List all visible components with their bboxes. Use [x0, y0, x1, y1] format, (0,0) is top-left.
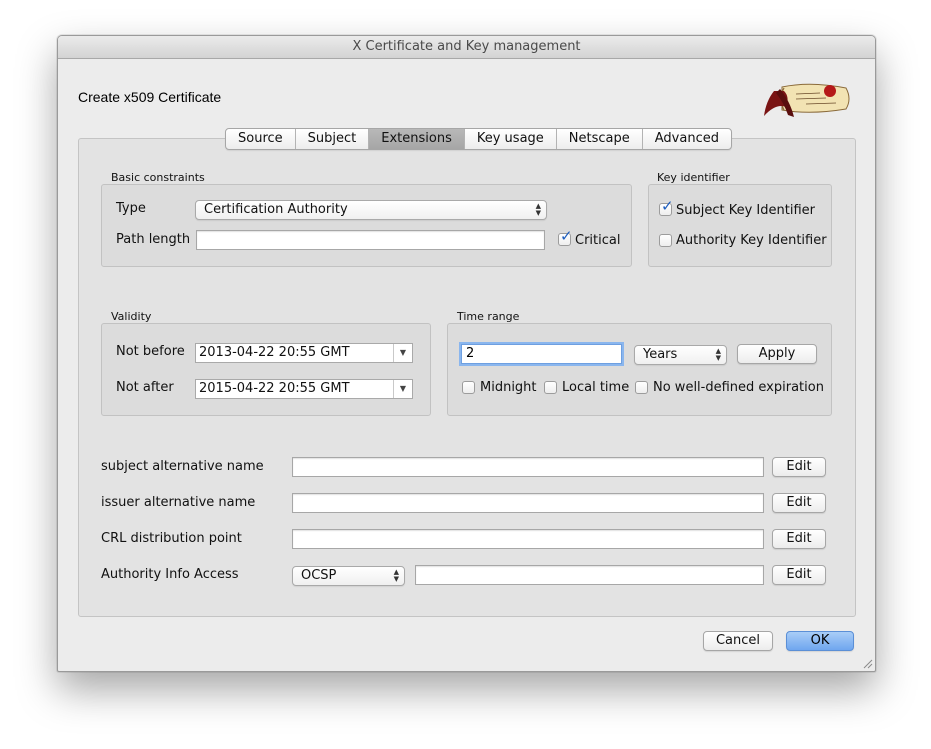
subject-key-identifier-label: Subject Key Identifier [676, 203, 815, 218]
dialog-window: X Certificate and Key management Create … [57, 35, 876, 672]
ok-button[interactable]: OK [786, 631, 854, 651]
authority-info-access-method-select[interactable]: OCSP ▲ ▼ [292, 566, 405, 586]
critical-label: Critical [575, 233, 621, 248]
subject-alt-name-edit-button[interactable]: Edit [772, 457, 826, 477]
time-range-unit-select[interactable]: Years ▲ ▼ [634, 345, 727, 365]
checkmark-icon: ✓ [661, 197, 674, 215]
subject-alt-name-label: subject alternative name [101, 459, 264, 474]
dropdown-arrow-icon[interactable]: ▼ [393, 344, 412, 362]
authority-key-identifier-label: Authority Key Identifier [676, 233, 827, 248]
time-range-unit-value: Years [643, 347, 678, 362]
path-length-input[interactable] [196, 230, 545, 250]
subject-alt-name-input[interactable] [292, 457, 764, 477]
tab-netscape[interactable]: Netscape [557, 129, 643, 149]
basic-constraints-label: Basic constraints [111, 171, 205, 184]
midnight-label: Midnight [480, 380, 537, 395]
crl-distribution-point-edit-button[interactable]: Edit [772, 529, 826, 549]
dropdown-arrow-icon[interactable]: ▼ [393, 380, 412, 398]
authority-info-access-method-value: OCSP [301, 568, 337, 583]
issuer-alt-name-input[interactable] [292, 493, 764, 513]
path-length-label: Path length [116, 232, 191, 247]
authority-info-access-input[interactable] [415, 565, 764, 585]
tab-bar: Source Subject Extensions Key usage Nets… [225, 128, 732, 150]
select-arrows-icon: ▲ ▼ [715, 347, 721, 362]
tab-subject[interactable]: Subject [296, 129, 370, 149]
no-expiration-checkbox[interactable] [635, 381, 648, 394]
time-range-group [447, 323, 832, 416]
not-before-label: Not before [116, 344, 185, 359]
crl-distribution-point-label: CRL distribution point [101, 531, 242, 546]
issuer-alt-name-label: issuer alternative name [101, 495, 256, 510]
critical-checkbox[interactable]: ✓ [558, 229, 573, 246]
validity-label: Validity [111, 310, 152, 323]
crl-distribution-point-input[interactable] [292, 529, 764, 549]
authority-key-identifier-checkbox[interactable] [659, 234, 672, 247]
local-time-checkbox[interactable] [544, 381, 557, 394]
time-range-amount-input[interactable]: 2 [461, 344, 622, 364]
window-title: X Certificate and Key management [58, 36, 875, 59]
checkmark-icon: ✓ [560, 227, 573, 245]
not-after-value: 2015-04-22 20:55 GMT [199, 381, 350, 396]
validity-group [101, 323, 431, 416]
type-select[interactable]: Certification Authority ▲ ▼ [195, 200, 547, 220]
not-before-value: 2013-04-22 20:55 GMT [199, 345, 350, 360]
not-before-datetime[interactable]: 2013-04-22 20:55 GMT ▼ [195, 343, 413, 363]
tab-source[interactable]: Source [226, 129, 296, 149]
type-label: Type [116, 201, 146, 216]
type-select-value: Certification Authority [204, 202, 348, 217]
dialog-heading: Create x509 Certificate [78, 89, 222, 105]
authority-info-access-label: Authority Info Access [101, 567, 239, 582]
subject-key-identifier-checkbox[interactable]: ✓ [659, 199, 674, 216]
not-after-label: Not after [116, 380, 174, 395]
tab-extensions[interactable]: Extensions [369, 129, 465, 149]
certificate-logo-icon [764, 83, 850, 117]
resize-grip-icon[interactable] [863, 659, 873, 669]
no-expiration-label: No well-defined expiration [653, 380, 824, 395]
midnight-checkbox[interactable] [462, 381, 475, 394]
not-after-datetime[interactable]: 2015-04-22 20:55 GMT ▼ [195, 379, 413, 399]
issuer-alt-name-edit-button[interactable]: Edit [772, 493, 826, 513]
select-arrows-icon: ▲ ▼ [393, 568, 399, 583]
basic-constraints-group [101, 184, 632, 267]
tab-key-usage[interactable]: Key usage [465, 129, 557, 149]
authority-info-access-edit-button[interactable]: Edit [772, 565, 826, 585]
apply-button[interactable]: Apply [737, 344, 817, 364]
tab-advanced[interactable]: Advanced [643, 129, 731, 149]
cancel-button[interactable]: Cancel [703, 631, 773, 651]
key-identifier-label: Key identifier [657, 171, 730, 184]
select-arrows-icon: ▲ ▼ [535, 202, 541, 217]
time-range-label: Time range [457, 310, 520, 323]
key-identifier-group [648, 184, 832, 267]
local-time-label: Local time [562, 380, 630, 395]
